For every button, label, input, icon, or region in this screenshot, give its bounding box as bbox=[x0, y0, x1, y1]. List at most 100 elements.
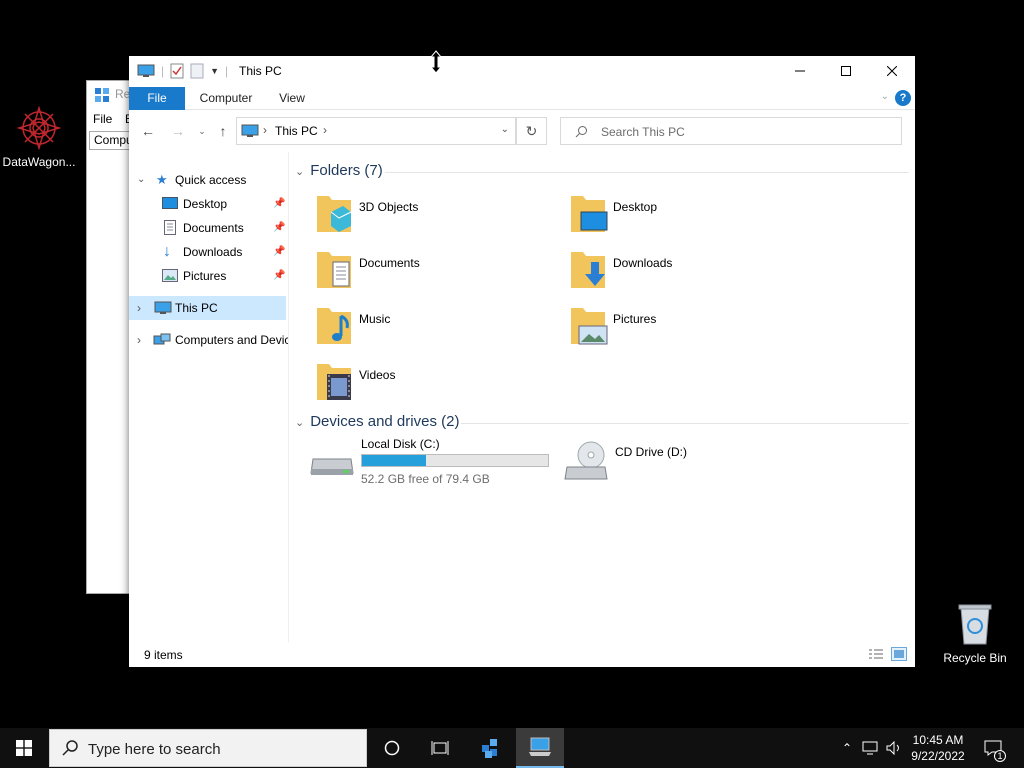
network-tray-button[interactable] bbox=[860, 728, 882, 768]
large-icons-view-icon[interactable] bbox=[891, 647, 907, 661]
taskbar-registry-editor[interactable] bbox=[467, 728, 515, 768]
start-button[interactable] bbox=[0, 728, 48, 768]
folder-music[interactable]: Music bbox=[315, 304, 565, 356]
breadcrumb-separator-icon: › bbox=[263, 123, 267, 137]
registry-icon bbox=[95, 88, 109, 102]
folder-documents[interactable]: Documents bbox=[315, 248, 565, 300]
desktop-icon-recycle-bin[interactable]: Recycle Bin bbox=[936, 602, 1014, 665]
recent-locations-button[interactable]: ⌄ bbox=[191, 120, 213, 142]
help-icon[interactable]: ? bbox=[895, 90, 911, 106]
group-title: Folders (7) bbox=[310, 162, 383, 179]
breadcrumb-separator-icon[interactable]: › bbox=[323, 123, 327, 137]
nav-pictures[interactable]: Pictures 📌 bbox=[129, 264, 286, 288]
item-count: 9 items bbox=[144, 648, 183, 662]
up-arrow-icon: ↑ bbox=[219, 123, 227, 139]
nav-quick-access[interactable]: ⌄ ★ Quick access bbox=[129, 168, 286, 192]
drive-usage-bar bbox=[361, 454, 549, 467]
tab-file[interactable]: File bbox=[129, 87, 185, 110]
folders-group-header[interactable]: ⌄ Folders (7) bbox=[295, 162, 383, 179]
drive-cd-d[interactable]: CD Drive (D:) bbox=[563, 437, 813, 493]
folder-name: 3D Objects bbox=[359, 200, 419, 214]
search-box[interactable]: Search This PC bbox=[560, 117, 902, 145]
task-view-button[interactable] bbox=[416, 728, 464, 768]
clock[interactable]: 10:45 AM 9/22/2022 bbox=[902, 732, 974, 764]
address-history-icon[interactable]: ⌄ bbox=[501, 124, 509, 135]
properties-icon[interactable] bbox=[170, 63, 184, 79]
nav-label: Quick access bbox=[175, 173, 247, 187]
forward-button[interactable]: → bbox=[167, 120, 189, 142]
taskbar-search-box[interactable]: Type here to search bbox=[49, 729, 367, 767]
details-view-icon[interactable] bbox=[868, 648, 884, 660]
notifications-button[interactable]: 1 bbox=[978, 728, 1008, 768]
group-title: Devices and drives (2) bbox=[310, 413, 460, 430]
pin-icon[interactable]: 📌 bbox=[273, 192, 285, 216]
chevron-right-icon[interactable]: › bbox=[137, 328, 141, 352]
folder-name: Music bbox=[359, 312, 391, 326]
nav-label: Documents bbox=[183, 221, 244, 235]
expand-ribbon-icon[interactable]: ⌄ bbox=[881, 91, 889, 102]
datawagon-icon bbox=[16, 105, 62, 151]
up-button[interactable]: ↑ bbox=[212, 120, 234, 142]
cortana-button[interactable] bbox=[368, 728, 416, 768]
menu-file[interactable]: File bbox=[93, 112, 112, 126]
clock-time: 10:45 AM bbox=[912, 733, 964, 747]
music-folder-icon bbox=[317, 308, 351, 344]
desktop-icon-datawagon[interactable]: DataWagon... bbox=[0, 105, 78, 169]
nav-label: Pictures bbox=[183, 269, 227, 283]
drive-free-space: 52.2 GB free of 79.4 GB bbox=[361, 472, 490, 486]
nav-desktop[interactable]: Desktop 📌 bbox=[129, 192, 286, 216]
videos-folder-icon bbox=[317, 364, 351, 400]
folder-name: Desktop bbox=[613, 200, 658, 214]
nav-documents[interactable]: Documents 📌 bbox=[129, 216, 286, 240]
documents-icon bbox=[164, 220, 176, 235]
pin-icon[interactable]: 📌 bbox=[273, 264, 285, 288]
folder-3d-objects[interactable]: 3D Objects bbox=[315, 192, 565, 244]
drive-local-disk-c[interactable]: Local Disk (C:) 52.2 GB free of 79.4 GB bbox=[309, 437, 559, 493]
close-icon bbox=[887, 66, 897, 76]
folder-videos[interactable]: Videos bbox=[315, 360, 565, 412]
close-button[interactable] bbox=[869, 56, 915, 86]
drive-name: CD Drive (D:) bbox=[615, 445, 687, 459]
show-hidden-icons-button[interactable]: ⌃ bbox=[838, 728, 856, 768]
nav-label: This PC bbox=[175, 301, 218, 315]
desktop-folder-icon bbox=[571, 196, 608, 232]
refresh-icon: ↻ bbox=[525, 123, 538, 139]
breadcrumb-this-pc[interactable]: This PC bbox=[275, 124, 318, 138]
refresh-button[interactable]: ↻ bbox=[516, 117, 547, 145]
nav-downloads[interactable]: ↓ Downloads 📌 bbox=[129, 240, 286, 264]
volume-tray-button[interactable] bbox=[884, 728, 904, 768]
search-icon bbox=[62, 740, 78, 756]
computer-icon bbox=[241, 124, 259, 137]
chevron-down-icon: ⌄ bbox=[198, 126, 206, 136]
new-folder-icon[interactable] bbox=[190, 63, 204, 79]
pin-icon[interactable]: 📌 bbox=[273, 216, 285, 240]
pictures-icon bbox=[162, 269, 178, 282]
drives-group-header[interactable]: ⌄ Devices and drives (2) bbox=[295, 413, 459, 430]
folder-pictures[interactable]: Pictures bbox=[569, 304, 819, 356]
3d-objects-folder-icon bbox=[317, 196, 352, 232]
cortana-icon bbox=[384, 740, 400, 756]
folder-name: Videos bbox=[359, 368, 396, 382]
status-bar: 9 items bbox=[129, 643, 915, 667]
recycle-bin-icon bbox=[958, 604, 992, 645]
maximize-button[interactable] bbox=[823, 56, 869, 86]
back-button[interactable]: ← bbox=[137, 120, 159, 142]
nav-this-pc[interactable]: › This PC bbox=[129, 296, 286, 320]
nav-label: Desktop bbox=[183, 197, 228, 211]
tab-view[interactable]: View bbox=[269, 87, 315, 110]
address-bar[interactable]: › This PC › ⌄ bbox=[236, 117, 516, 145]
taskbar-file-explorer[interactable] bbox=[516, 728, 564, 768]
task-view-icon bbox=[431, 741, 449, 755]
title-bar[interactable]: | ▼ | This PC bbox=[129, 56, 915, 86]
folder-downloads[interactable]: Downloads bbox=[569, 248, 819, 300]
cd-drive-icon bbox=[564, 441, 608, 480]
minimize-button[interactable] bbox=[777, 56, 823, 86]
pin-icon[interactable]: 📌 bbox=[273, 240, 285, 264]
chevron-down-icon[interactable]: ⌄ bbox=[137, 168, 145, 192]
folder-desktop[interactable]: Desktop bbox=[569, 192, 819, 244]
tab-computer[interactable]: Computer bbox=[191, 87, 261, 110]
desktop-icon-label: Recycle Bin bbox=[943, 651, 1007, 665]
customize-toolbar-icon[interactable]: ▼ bbox=[210, 66, 219, 76]
nav-network[interactable]: › Computers and Devic bbox=[129, 328, 288, 352]
chevron-right-icon[interactable]: › bbox=[137, 296, 141, 320]
